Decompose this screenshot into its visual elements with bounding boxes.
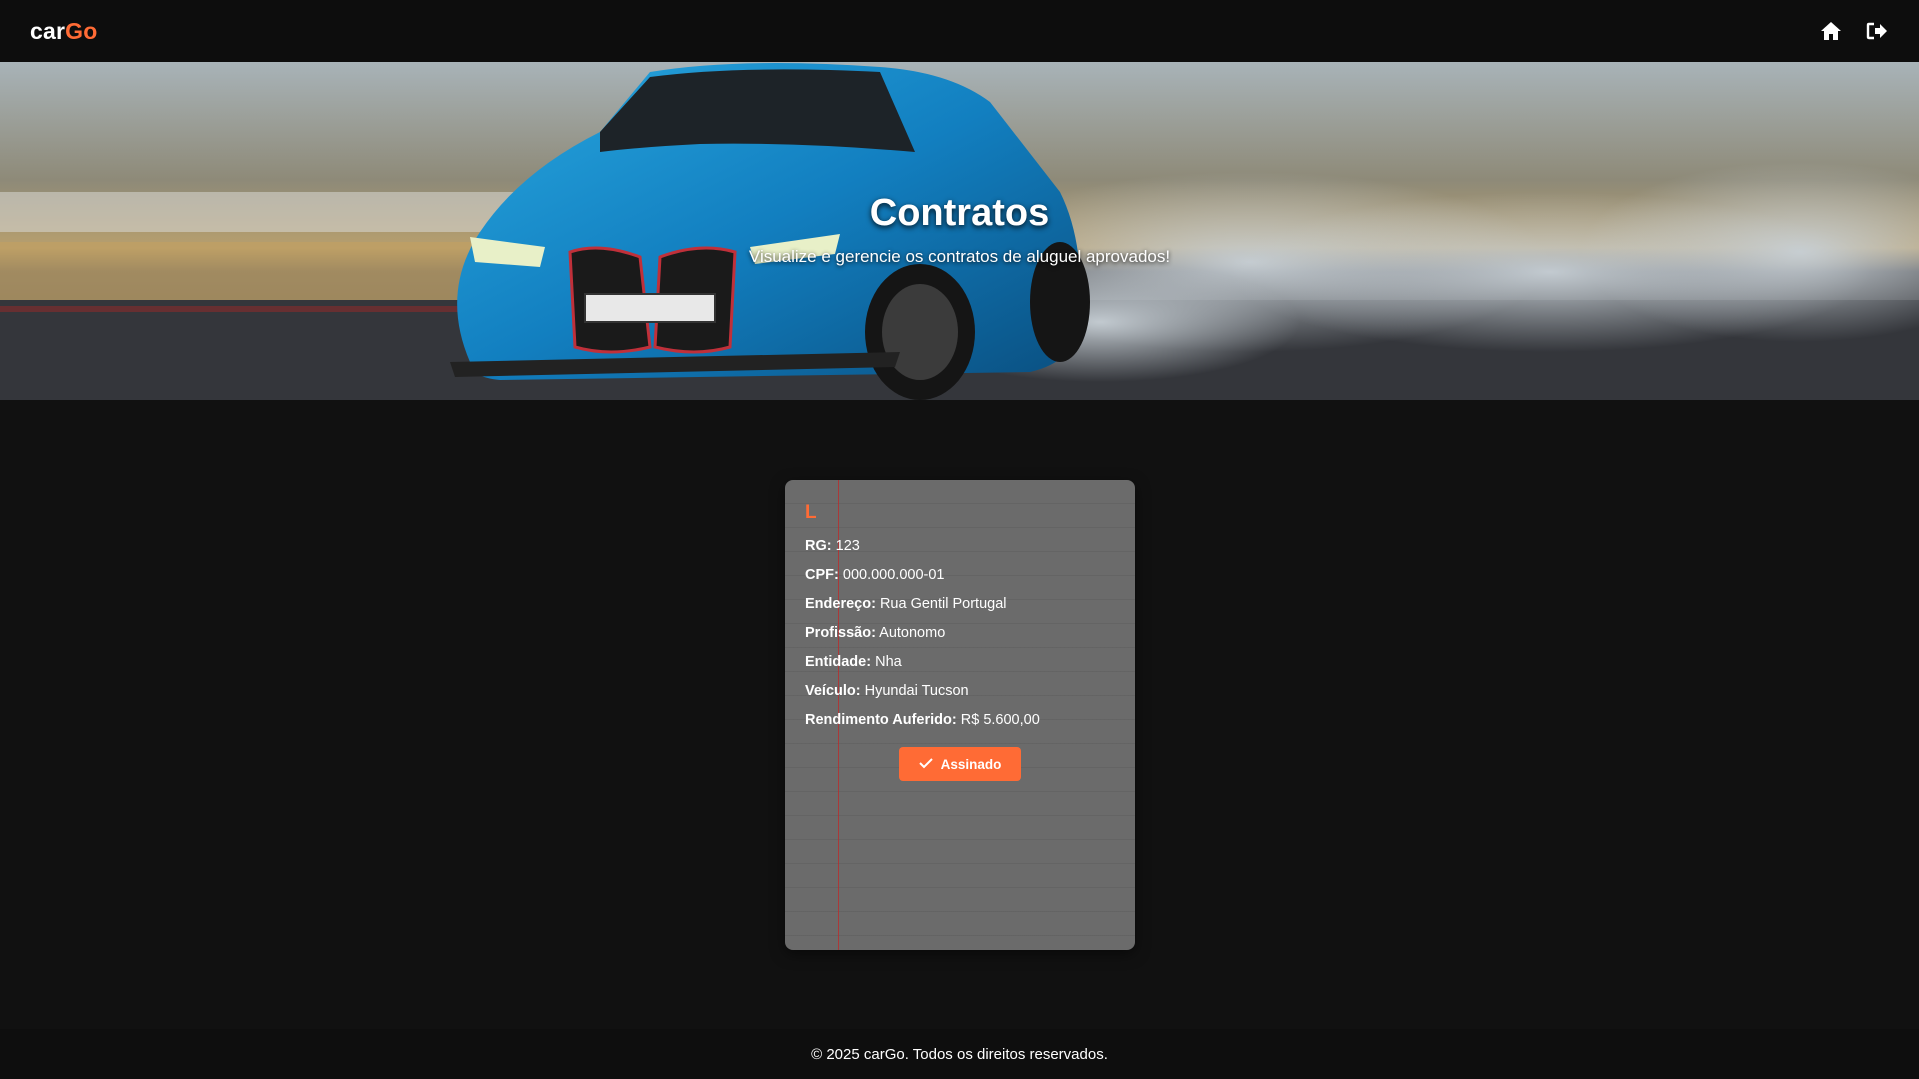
- brand-logo[interactable]: carGo: [30, 18, 97, 45]
- field-profissao-label: Profissão:: [805, 625, 876, 641]
- footer: © 2025 carGo. Todos os direitos reservad…: [0, 1029, 1919, 1079]
- home-icon[interactable]: [1819, 19, 1843, 43]
- contract-card: L RG: 123 CPF: 000.000.000-01 Endereço: …: [785, 480, 1135, 950]
- field-endereco-value: Rua Gentil Portugal: [879, 596, 1007, 612]
- signed-status-label: Assinado: [940, 756, 1002, 772]
- field-cpf: CPF: 000.000.000-01: [805, 561, 1115, 590]
- field-veiculo-value: Hyundai Tucson: [864, 683, 969, 699]
- field-veiculo: Veículo: Hyundai Tucson: [805, 677, 1115, 706]
- field-rg-label: RG:: [805, 538, 832, 554]
- field-endereco-label: Endereço:: [805, 596, 876, 612]
- field-endereco: Endereço: Rua Gentil Portugal: [805, 590, 1115, 619]
- field-entidade-value: Nha: [875, 654, 902, 670]
- field-rendimento-value: R$ 5.600,00: [960, 712, 1040, 728]
- field-profissao-value: Autonomo: [879, 625, 946, 641]
- field-rendimento-label: Rendimento Auferido:: [805, 712, 957, 728]
- logout-icon[interactable]: [1865, 19, 1889, 43]
- field-cpf-value: 000.000.000-01: [842, 567, 945, 583]
- field-entidade-label: Entidade:: [805, 654, 872, 670]
- navbar: carGo: [0, 0, 1919, 62]
- field-rg-value: 123: [835, 538, 860, 554]
- nav-actions: [1819, 19, 1889, 43]
- field-profissao: Profissão: Autonomo: [805, 619, 1115, 648]
- field-entidade: Entidade: Nha: [805, 648, 1115, 677]
- check-icon: [918, 757, 933, 772]
- field-rendimento: Rendimento Auferido: R$ 5.600,00: [805, 706, 1115, 735]
- field-rg: RG: 123: [805, 532, 1115, 561]
- field-cpf-label: CPF:: [805, 567, 839, 583]
- logo-go-text: Go: [65, 17, 98, 44]
- contract-initial: L: [805, 502, 817, 523]
- signed-status-button[interactable]: Assinado: [898, 747, 1022, 781]
- page-subtitle: Visualize e gerencie os contratos de alu…: [748, 247, 1171, 266]
- footer-copyright: © 2025 carGo. Todos os direitos reservad…: [811, 1045, 1108, 1063]
- field-veiculo-label: Veículo:: [805, 683, 861, 699]
- page-title: Contratos: [869, 192, 1050, 234]
- logo-car-text: car: [30, 17, 66, 44]
- hero-banner: Contratos Visualize e gerencie os contra…: [0, 62, 1919, 400]
- status-button-wrapper: Assinado: [805, 747, 1115, 781]
